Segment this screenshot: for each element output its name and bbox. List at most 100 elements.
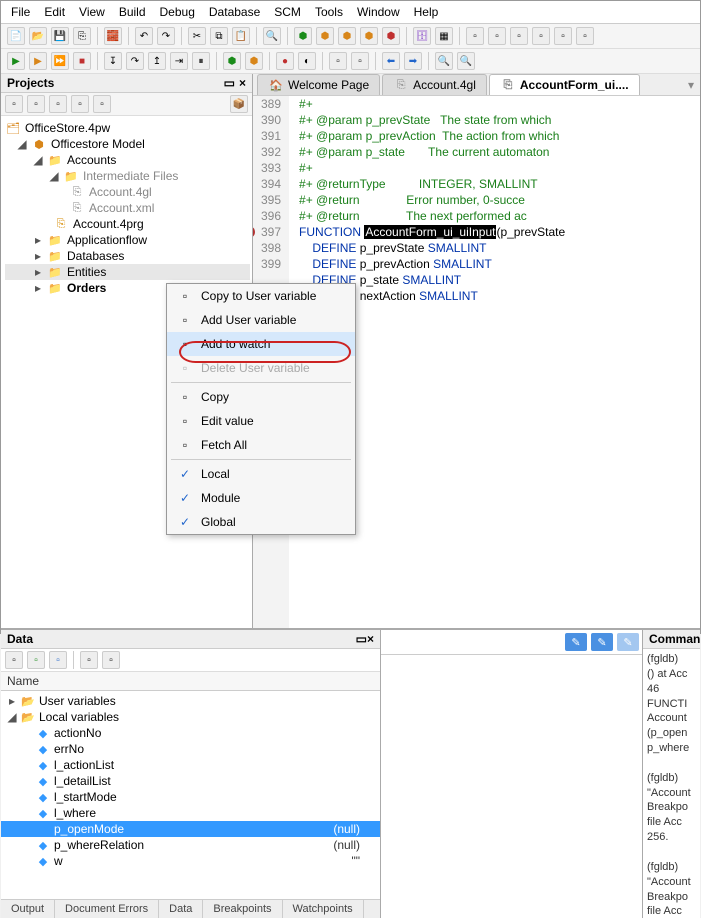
build-all-icon[interactable]: ⬢ [338,27,356,45]
save-icon[interactable]: 💾 [51,27,69,45]
stop-icon[interactable]: ■ [73,52,91,70]
var-row-p_openMode[interactable]: ◆p_openMode(null) [1,821,380,837]
clean-icon[interactable]: ⬢ [382,27,400,45]
misc5-icon[interactable]: ▫ [554,27,572,45]
link-icon[interactable]: ⬢ [316,27,334,45]
misc6-icon[interactable]: ▫ [576,27,594,45]
data-btn-3[interactable]: ▫ [49,651,67,669]
step-over-icon[interactable]: ↷ [126,52,144,70]
run-to-icon[interactable]: ⇥ [170,52,188,70]
tab-doc-errors[interactable]: Document Errors [55,900,159,918]
expand-icon[interactable]: ▸ [33,265,43,279]
attach-icon[interactable]: ⬢ [223,52,241,70]
proj-btn-4[interactable]: ▫ [71,95,89,113]
tree-root[interactable]: 🗂OfficeStore.4pw [5,120,250,136]
data-btn-1[interactable]: ▫ [5,651,23,669]
proj-btn-1[interactable]: ▫ [5,95,23,113]
var-row-w[interactable]: ◆w"" [1,853,380,869]
ctx-copy[interactable]: ▫Copy [167,385,355,409]
menu-scm[interactable]: SCM [274,5,301,19]
step-into-icon[interactable]: ↧ [104,52,122,70]
proj-btn-2[interactable]: ▫ [27,95,45,113]
collapse-icon[interactable]: ◢ [33,153,43,167]
tree-accounts[interactable]: ◢📁Accounts [5,152,250,168]
save-all-icon[interactable]: ⎘ [73,27,91,45]
data-btn-2[interactable]: ▫ [27,651,45,669]
collapse-icon[interactable]: ◢ [49,169,59,183]
menu-edit[interactable]: Edit [44,5,65,19]
ctx-copy-to-user-variable[interactable]: ▫Copy to User variable [167,284,355,308]
expand-icon[interactable]: ▸ [33,249,43,263]
data-btn-4[interactable]: ▫ [80,651,98,669]
menu-view[interactable]: View [79,5,105,19]
expand-icon[interactable]: ▸ [33,233,43,247]
misc3-icon[interactable]: ▫ [510,27,528,45]
zoom-in-icon[interactable]: 🔍 [457,52,475,70]
edit-value-icon-3[interactable]: ✎ [617,633,639,651]
var-row-errNo[interactable]: ◆errNo [1,741,380,757]
cut-icon[interactable]: ✂ [188,27,206,45]
tree-model[interactable]: ◢⬢Officestore Model [5,136,250,152]
tabs-overflow-icon[interactable]: ▾ [682,78,700,92]
search-icon[interactable]: 🔍 [263,27,281,45]
tree-appflow[interactable]: ▸📁Applicationflow [5,232,250,248]
ctx-module[interactable]: ✓Module [167,486,355,510]
paste-icon[interactable]: 📋 [232,27,250,45]
close-panel-icon[interactable]: × [367,632,374,646]
menu-build[interactable]: Build [119,5,146,19]
menu-database[interactable]: Database [209,5,260,19]
bp-toggle-icon[interactable]: ◐ [298,52,316,70]
nav-back-icon[interactable]: ⬅ [382,52,400,70]
misc2-icon[interactable]: ▫ [488,27,506,45]
watch-win-icon[interactable]: ▫ [329,52,347,70]
var-row-l_actionList[interactable]: ◆l_actionList [1,757,380,773]
misc1-icon[interactable]: ▫ [466,27,484,45]
debug-run-icon[interactable]: ▶ [29,52,47,70]
proj-btn-box[interactable]: 📦 [230,95,248,113]
compile-icon[interactable]: ⬢ [294,27,312,45]
ctx-local[interactable]: ✓Local [167,462,355,486]
tab-data[interactable]: Data [159,900,203,918]
db-icon[interactable]: 🗄 [413,27,431,45]
var-row-l_where[interactable]: ◆l_where [1,805,380,821]
var-row-p_whereRelation[interactable]: ◆p_whereRelation(null) [1,837,380,853]
menu-debug[interactable]: Debug [160,5,195,19]
tab-breakpoints[interactable]: Breakpoints [203,900,282,918]
tree-databases[interactable]: ▸📁Databases [5,248,250,264]
pause-icon[interactable]: ⏸ [192,52,210,70]
menu-tools[interactable]: Tools [315,5,343,19]
data-btn-5[interactable]: ▫ [102,651,120,669]
detach-icon[interactable]: ⬢ [245,52,263,70]
misc4-icon[interactable]: ▫ [532,27,550,45]
collapse-icon[interactable]: ◢ [17,137,27,151]
menu-file[interactable]: File [11,5,30,19]
tab-accountform-ui[interactable]: ⎘AccountForm_ui.... [489,74,640,95]
tab-welcome[interactable]: 🏠Welcome Page [257,74,380,95]
edit-value-icon-2[interactable]: ✎ [591,633,613,651]
new-file-icon[interactable]: 📄 [7,27,25,45]
context-menu[interactable]: ▫Copy to User variable▫Add User variable… [166,283,356,535]
tree-account-4gl[interactable]: ⎘Account.4gl [5,184,250,200]
tree-entities[interactable]: ▸📁Entities [5,264,250,280]
tab-watchpoints[interactable]: Watchpoints [283,900,364,918]
data-tree[interactable]: ▸📂User variables ◢📂Local variables ◆acti… [1,691,380,899]
record-icon[interactable]: ● [276,52,294,70]
ctx-add-user-variable[interactable]: ▫Add User variable [167,308,355,332]
copy-icon[interactable]: ⧉ [210,27,228,45]
vars-win-icon[interactable]: ▫ [351,52,369,70]
close-panel-icon[interactable]: × [239,76,246,90]
ctx-add-to-watch[interactable]: ▫Add to watch [167,332,355,356]
pin-icon[interactable]: ▭ [224,76,235,90]
proj-btn-3[interactable]: ▫ [49,95,67,113]
step-out-icon[interactable]: ↥ [148,52,166,70]
ctx-global[interactable]: ✓Global [167,510,355,534]
menu-window[interactable]: Window [357,5,400,19]
pin-icon[interactable]: ▭ [356,632,367,646]
tree-intfiles[interactable]: ◢📁Intermediate Files [5,168,250,184]
tab-output[interactable]: Output [1,900,55,918]
zoom-out-icon[interactable]: 🔍 [435,52,453,70]
tree-account-4prg[interactable]: ⎘Account.4prg [5,216,250,232]
rebuild-icon[interactable]: ⬢ [360,27,378,45]
nav-fwd-icon[interactable]: ➡ [404,52,422,70]
ctx-edit-value[interactable]: ▫Edit value [167,409,355,433]
